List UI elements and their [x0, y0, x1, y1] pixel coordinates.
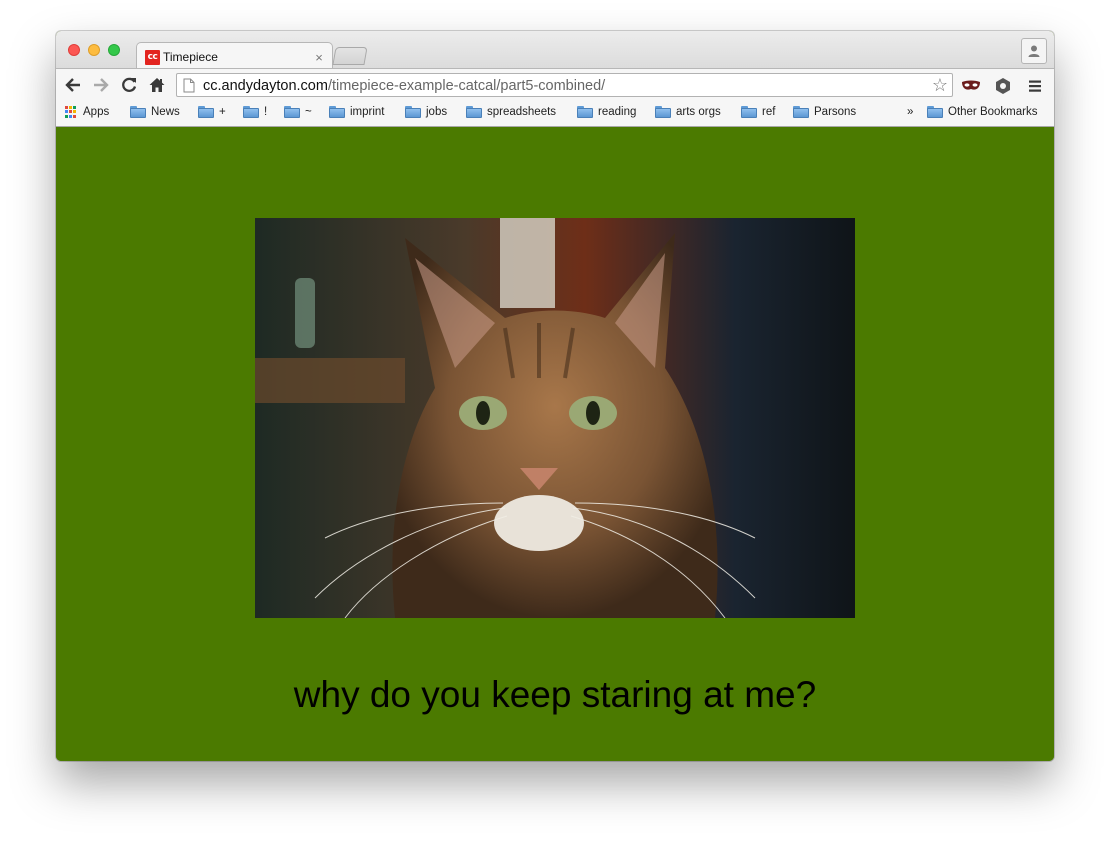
bookmark-label: ~ [305, 106, 312, 118]
title-bar: cc Timepiece × [56, 31, 1054, 70]
new-tab-button[interactable] [332, 47, 368, 65]
folder-icon [405, 106, 421, 118]
bookmark-folder-parsons[interactable]: Parsons [793, 106, 856, 118]
url-path: /timepiece-example-catcal/part5-combined… [327, 78, 606, 94]
bookmark-label: reading [598, 106, 637, 118]
mask-extension-icon[interactable] [960, 75, 982, 97]
navigation-toolbar: cc.andydayton.com/timepiece-example-catc… [56, 68, 1054, 102]
bookmark-apps-label: Apps [83, 106, 110, 118]
bookmarks-overflow-chevron-icon[interactable]: » [907, 106, 913, 118]
folder-icon [329, 106, 345, 118]
url-host: cc.andydayton.com [203, 78, 328, 94]
zoom-window-button[interactable] [108, 44, 120, 56]
bookmark-label: News [151, 106, 180, 118]
bookmark-folder-jobs[interactable]: jobs [405, 106, 447, 118]
tab-title: Timepiece [163, 50, 218, 64]
bookmark-folder-ref[interactable]: ref [741, 106, 775, 118]
home-button[interactable] [146, 74, 168, 96]
reload-button[interactable] [118, 74, 140, 96]
tab-timepiece[interactable]: cc Timepiece × [136, 42, 333, 70]
folder-icon [793, 106, 809, 118]
tab-close-icon[interactable]: × [312, 50, 326, 65]
bookmark-folder-exclaim[interactable]: ! [243, 106, 267, 118]
bookmark-folder-arts-orgs[interactable]: arts orgs [655, 106, 721, 118]
profile-button[interactable] [1021, 38, 1047, 64]
forward-arrow-icon [94, 78, 109, 92]
reload-icon [122, 77, 137, 92]
page-caption: why do you keep staring at me? [293, 674, 817, 715]
folder-icon [130, 106, 146, 118]
bookmark-folder-news[interactable]: News [130, 106, 180, 118]
url-text: cc.andydayton.com/timepiece-example-catc… [203, 78, 605, 94]
apps-grid-icon [65, 106, 77, 118]
bookmark-label: Other Bookmarks [948, 106, 1038, 118]
bookmark-label: imprint [350, 106, 385, 118]
bookmark-apps[interactable]: Apps [65, 106, 109, 118]
folder-icon [741, 106, 757, 118]
folder-icon [243, 106, 259, 118]
folder-icon [577, 106, 593, 118]
page-content: why do you keep staring at me? [56, 127, 1054, 761]
back-arrow-icon [65, 78, 80, 92]
bookmark-label: arts orgs [676, 106, 721, 118]
bookmark-folder-tilde[interactable]: ~ [284, 106, 312, 118]
bookmark-label: ref [762, 106, 776, 118]
bookmark-folder-spreadsheets[interactable]: spreadsheets [466, 106, 556, 118]
bookmark-folder-imprint[interactable]: imprint [329, 106, 385, 118]
bookmark-folder-plus[interactable]: + [198, 106, 226, 118]
person-icon [1028, 45, 1040, 57]
hexagon-extension-icon[interactable] [992, 75, 1014, 97]
bookmark-label: + [219, 106, 226, 118]
folder-icon [198, 106, 214, 118]
bookmark-label: Parsons [814, 106, 857, 118]
cat-photo [255, 218, 855, 618]
folder-icon [284, 106, 300, 118]
bookmark-star-icon[interactable]: ☆ [932, 75, 948, 96]
close-window-button[interactable] [68, 44, 80, 56]
bookmark-label: spreadsheets [487, 106, 557, 118]
minimize-window-button[interactable] [88, 44, 100, 56]
site-favicon-icon: cc [145, 49, 160, 65]
folder-icon [466, 106, 482, 118]
menu-hamburger-icon[interactable] [1024, 75, 1046, 97]
address-bar[interactable]: cc.andydayton.com/timepiece-example-catc… [176, 73, 953, 97]
bookmark-label: jobs [426, 106, 448, 118]
bookmark-label: ! [264, 106, 268, 118]
bookmark-folder-other[interactable]: Other Bookmarks [927, 106, 1037, 118]
folder-icon [927, 106, 943, 118]
browser-window: cc Timepiece × cc.andydayton.com/timepie… [56, 31, 1054, 761]
bookmark-folder-reading[interactable]: reading [577, 106, 636, 118]
home-icon [149, 78, 165, 92]
page-icon [183, 78, 195, 93]
forward-button[interactable] [90, 74, 112, 96]
folder-icon [655, 106, 671, 118]
bookmarks-bar: Apps News + ! ~ imprint jobs spreadsheet… [56, 101, 1054, 127]
back-button[interactable] [62, 74, 84, 96]
